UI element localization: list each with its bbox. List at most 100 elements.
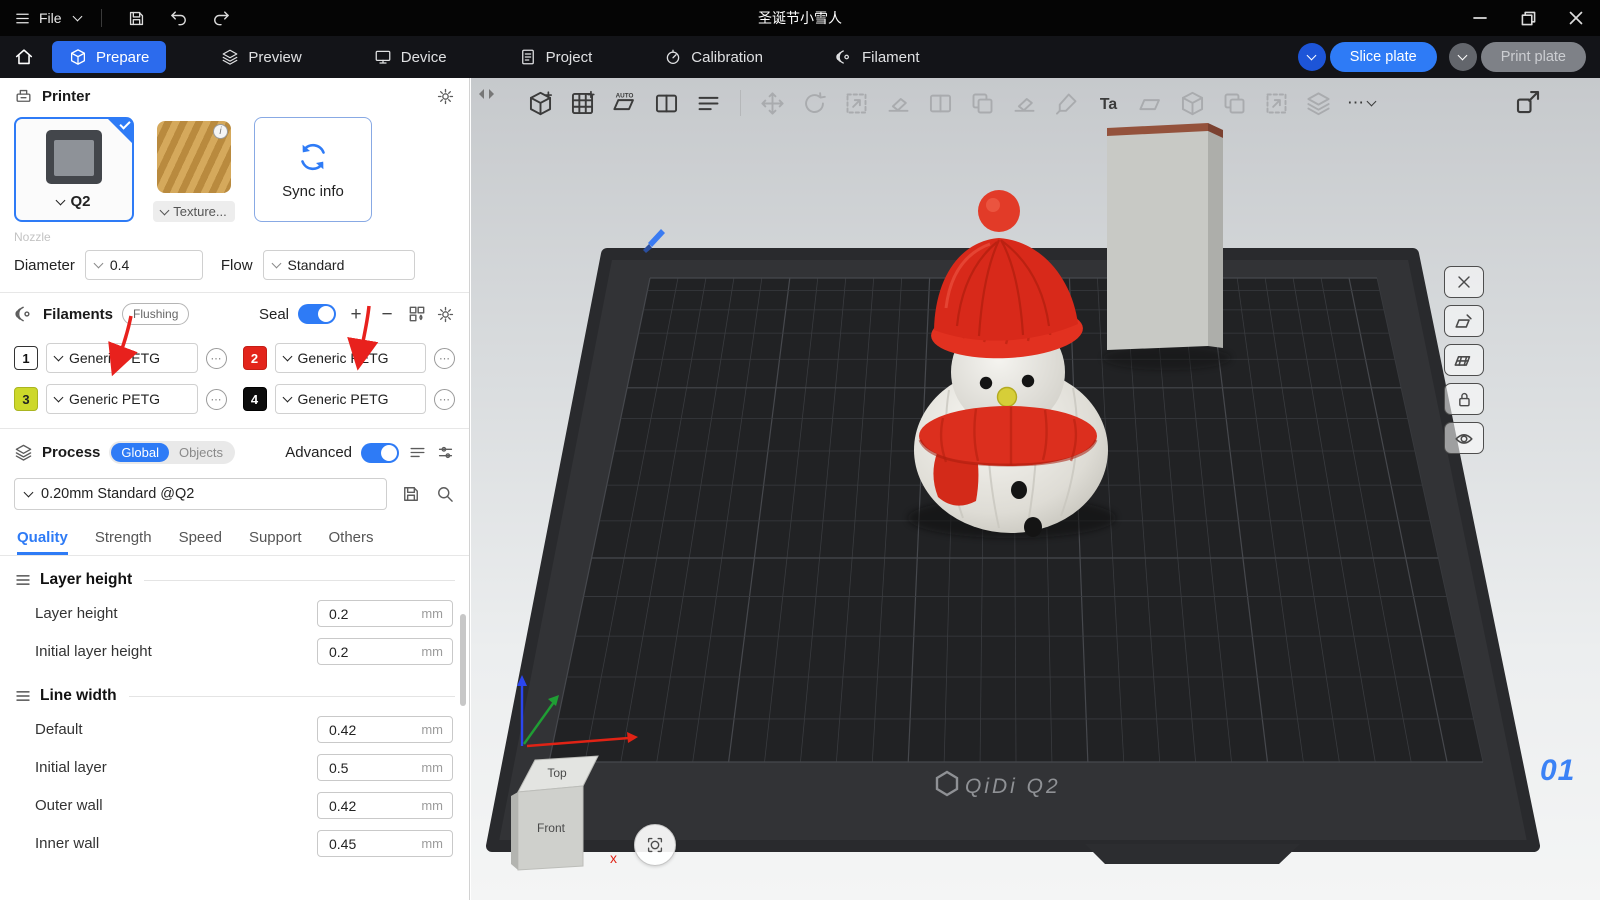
printer-settings-gear-icon[interactable] <box>436 87 455 106</box>
text-tool-icon[interactable]: Ta <box>1095 90 1122 117</box>
close-button[interactable] <box>1552 0 1600 36</box>
prime-tower[interactable] <box>1107 123 1223 350</box>
flow-select[interactable]: Standard <box>263 250 415 280</box>
plate-visibility-button[interactable] <box>1444 422 1484 454</box>
tab-preview[interactable]: Preview <box>204 41 318 73</box>
sync-info-button[interactable]: Sync info <box>254 117 372 222</box>
line-width-outer-wall-input[interactable]: 0.42 mm <box>317 792 453 819</box>
redo-button[interactable] <box>206 3 236 33</box>
add-object-icon[interactable] <box>527 90 554 117</box>
filament-more-button-4[interactable]: ⋯ <box>434 389 455 410</box>
initial-layer-height-input[interactable]: 0.2 mm <box>317 638 453 665</box>
tab-quality[interactable]: Quality <box>17 529 68 555</box>
scope-objects-button[interactable]: Objects <box>169 443 233 462</box>
line-width-initial-layer-input[interactable]: 0.5 mm <box>317 754 453 781</box>
scope-global-button[interactable]: Global <box>111 443 169 462</box>
filament-swatch-2[interactable]: 2 <box>243 346 267 370</box>
edit-plate-button[interactable] <box>1444 305 1484 337</box>
flushing-button[interactable]: Flushing <box>122 303 189 325</box>
scene-3d[interactable]: QiDi Q2 <box>471 78 1600 900</box>
tab-device[interactable]: Device <box>357 41 464 73</box>
process-preset-select[interactable]: 0.20mm Standard @Q2 <box>14 478 387 510</box>
diameter-select[interactable]: 0.4 <box>85 250 203 280</box>
cage-edit-icon[interactable] <box>1263 90 1290 117</box>
plate-type-select[interactable]: Texture... <box>153 201 234 222</box>
seam-icon[interactable] <box>1137 90 1164 117</box>
place-on-face-icon[interactable] <box>1011 90 1038 117</box>
home-button[interactable] <box>0 36 48 78</box>
filament-swatch-4[interactable]: 4 <box>243 387 267 411</box>
scale-icon[interactable] <box>843 90 870 117</box>
arrange-plate-button[interactable] <box>1444 344 1484 376</box>
filament-more-button-2[interactable]: ⋯ <box>434 348 455 369</box>
flushing-volumes-icon[interactable] <box>407 304 427 324</box>
arrange-icon[interactable] <box>653 90 680 117</box>
param-value: 0.5 <box>318 760 421 776</box>
move-icon[interactable] <box>759 90 786 117</box>
filament-select-1[interactable]: Generic PETG <box>46 343 198 373</box>
filament-select-3[interactable]: Generic PETG <box>46 384 198 414</box>
parameter-list-icon[interactable] <box>408 443 427 462</box>
primitive-cube-icon[interactable] <box>1179 90 1206 117</box>
minimize-button[interactable] <box>1456 0 1504 36</box>
build-plate-card[interactable]: i Texture... <box>144 117 244 222</box>
tab-filament[interactable]: Filament <box>818 41 937 73</box>
line-width-default-input[interactable]: 0.42 mm <box>317 716 453 743</box>
tab-prepare[interactable]: Prepare <box>52 41 166 73</box>
viewport-camera-button[interactable] <box>634 824 676 866</box>
tab-strength[interactable]: Strength <box>95 529 152 555</box>
line-width-inner-wall-input[interactable]: 0.45 mm <box>317 830 453 857</box>
printer-model-chevron-icon[interactable] <box>56 195 66 205</box>
auto-orient-icon[interactable]: AUTO <box>611 90 638 117</box>
tune-sliders-icon[interactable] <box>436 443 455 462</box>
file-menu-chevron-icon[interactable] <box>72 12 82 22</box>
plate-info-icon[interactable]: i <box>213 124 228 139</box>
print-plate-button[interactable]: Print plate <box>1449 42 1586 72</box>
search-parameters-icon[interactable] <box>435 484 455 504</box>
filament-swatch-1[interactable]: 1 <box>14 346 38 370</box>
slice-plate-button[interactable]: Slice plate <box>1298 42 1437 72</box>
layer-height-input[interactable]: 0.2 mm <box>317 600 453 627</box>
file-menu[interactable]: File <box>14 10 62 27</box>
lay-flat-icon[interactable] <box>885 90 912 117</box>
variable-layer-icon[interactable] <box>1305 90 1332 117</box>
tab-calibration[interactable]: Calibration <box>647 41 780 73</box>
cube-top-label[interactable]: Top <box>547 766 567 780</box>
sidebar-collapse-handle[interactable] <box>478 86 495 102</box>
add-plate-icon[interactable] <box>569 90 596 117</box>
rotate-icon[interactable] <box>801 90 828 117</box>
delete-plate-button[interactable] <box>1444 266 1484 298</box>
lock-plate-button[interactable] <box>1444 383 1484 415</box>
filament-select-4[interactable]: Generic PETG <box>275 384 427 414</box>
seal-toggle[interactable] <box>298 304 336 324</box>
undo-button[interactable] <box>164 3 194 33</box>
paint-icon[interactable] <box>1053 90 1080 117</box>
cube-front-label[interactable]: Front <box>537 821 566 835</box>
flow-label: Flow <box>221 257 253 274</box>
slice-options-chevron-icon[interactable] <box>1298 43 1326 71</box>
mesh-boolean-icon[interactable] <box>1221 90 1248 117</box>
filament-select-2[interactable]: Generic PETG <box>275 343 427 373</box>
save-button[interactable] <box>122 3 152 33</box>
printer-card[interactable]: Q2 <box>14 117 134 222</box>
sidebar-scrollbar[interactable] <box>460 614 466 706</box>
clone-icon[interactable] <box>969 90 996 117</box>
object-list-icon[interactable] <box>695 90 722 117</box>
filament-swatch-3[interactable]: 3 <box>14 387 38 411</box>
assembly-view-icon[interactable] <box>1513 87 1543 117</box>
save-preset-icon[interactable] <box>401 484 421 504</box>
tab-speed[interactable]: Speed <box>179 529 222 555</box>
filament-settings-gear-icon[interactable] <box>436 305 455 324</box>
restore-button[interactable] <box>1504 0 1552 36</box>
split-icon[interactable] <box>927 90 954 117</box>
print-options-chevron-icon[interactable] <box>1449 43 1477 71</box>
tab-support[interactable]: Support <box>249 529 302 555</box>
filament-more-button-1[interactable]: ⋯ <box>206 348 227 369</box>
tab-others[interactable]: Others <box>329 529 374 555</box>
add-filament-button[interactable]: + <box>345 305 367 324</box>
tab-project[interactable]: Project <box>502 41 610 73</box>
more-tools-button[interactable]: ⋯ <box>1347 93 1375 113</box>
filament-more-button-3[interactable]: ⋯ <box>206 389 227 410</box>
remove-filament-button[interactable]: − <box>376 305 398 324</box>
advanced-toggle[interactable] <box>361 443 399 463</box>
